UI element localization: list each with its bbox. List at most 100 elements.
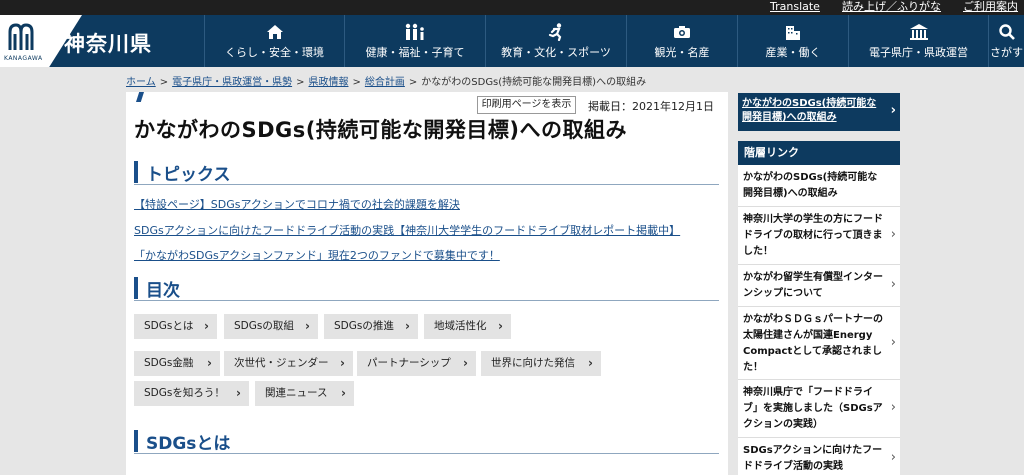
breadcrumb-separator: > (296, 77, 305, 88)
page-title: かながわのSDGs(持続可能な開発目標)への取組み (134, 118, 627, 142)
nav-item-government[interactable]: 電子県庁・県政運営 (848, 15, 988, 67)
toc-button-finance[interactable]: SDGs金融 › (134, 351, 220, 376)
sidebar-item[interactable]: かながわのSDGs(持続可能な開発目標)への取組み (738, 165, 900, 207)
nav-item-health[interactable]: 健康・福祉・子育て (344, 15, 485, 67)
nav-label: 教育・文化・スポーツ (501, 46, 611, 59)
breadcrumb-prefectural-info[interactable]: 県政情報 (308, 77, 348, 88)
sidebar-item-label: かながわＳＤＧｓパートナーの太陽住建さんが国連Energy Compactとして… (743, 314, 883, 373)
translate-link[interactable]: Translate (770, 0, 820, 14)
chevron-right-icon: › (204, 319, 209, 333)
nav-label: 産業・働く (765, 46, 821, 59)
sidebar-item[interactable]: 神奈川大学の学生の方にフードドライブの取材に行って頂きました！ › (738, 207, 900, 265)
nav-label: 電子県庁・県政運営 (869, 46, 968, 59)
main-content: 印刷用ページを表示 掲載日：2021年12月1日 かながわのSDGs(持続可能な… (126, 92, 728, 475)
chevron-right-icon: › (890, 103, 896, 118)
sdgs-about-heading-text: SDGsとは (146, 434, 231, 454)
sidebar-item[interactable]: かながわＳＤＧｓパートナーの太陽住建さんが国連Energy Compactとして… (738, 307, 900, 380)
toc-button-label: SDGsとは (144, 320, 194, 332)
topics-heading: トピックス (134, 159, 719, 185)
nav-label: くらし・安全・環境 (225, 46, 324, 59)
sdgs-about-heading: SDGsとは (134, 428, 719, 454)
chevron-right-icon: › (305, 319, 310, 333)
toc-button-label: 地域活性化 (434, 320, 487, 332)
breadcrumb-separator: > (352, 77, 361, 88)
chevron-right-icon: › (890, 277, 896, 292)
toc-button-efforts[interactable]: SDGsの取組 › (224, 314, 318, 339)
breadcrumb-separator: > (408, 77, 418, 88)
site-title[interactable]: 神奈川県 (64, 28, 152, 58)
toc-button-global[interactable]: 世界に向けた発信 › (481, 351, 601, 376)
nav-item-industry[interactable]: 産業・働く (737, 15, 848, 67)
chevron-right-icon: › (463, 356, 468, 370)
heading-bar (134, 430, 138, 452)
topic-link[interactable]: SDGsアクションに向けたフードドライブ活動の実践【神奈川大学学生のフードドライ… (134, 222, 680, 238)
sidebar-heading: 階層リンク (738, 141, 900, 165)
logo-subtext: KANAGAWA (4, 55, 43, 62)
topics-heading-text: トピックス (146, 165, 231, 185)
topic-link[interactable]: 「かながわSDGsアクションファンド」現在2つのファンドで募集中です！ (134, 247, 500, 263)
nav-item-education[interactable]: 教育・文化・スポーツ (485, 15, 626, 67)
toc-button-regional[interactable]: 地域活性化 › (424, 314, 511, 339)
guide-link[interactable]: ご利用案内 (963, 0, 1018, 14)
government-icon (909, 22, 929, 42)
search-icon (998, 22, 1015, 42)
nav-item-search[interactable]: さがす (988, 15, 1024, 67)
toc-button-label: 世界に向けた発信 (491, 357, 575, 369)
nav-label: さがす (990, 46, 1023, 59)
runner-icon (547, 22, 565, 42)
sidebar-current-page-link[interactable]: かながわのSDGs(持続可能な開発目標)への取組み › (738, 93, 900, 131)
breadcrumb-separator: > (159, 77, 169, 88)
toc-button-label: SDGs金融 (144, 357, 194, 369)
publish-date: 掲載日：2021年12月1日 (588, 100, 714, 113)
family-icon (404, 22, 426, 42)
sidebar-item-label: 神奈川大学の学生の方にフードドライブの取材に行って頂きました！ (743, 214, 883, 257)
chevron-right-icon: › (498, 319, 503, 333)
chevron-right-icon: › (236, 386, 241, 400)
toc-button-next-gen[interactable]: 次世代・ジェンダー › (224, 351, 353, 376)
building-icon (784, 22, 802, 42)
topic-link[interactable]: 【特設ページ】SDGsアクションでコロナ禍での社会的課題を解決 (134, 196, 460, 212)
chevron-right-icon: › (207, 356, 212, 370)
chevron-right-icon: › (890, 400, 896, 415)
heading-bar (134, 277, 138, 299)
breadcrumb-comprehensive-plan[interactable]: 総合計画 (365, 77, 405, 88)
toc-button-about[interactable]: SDGsとは › (134, 314, 217, 339)
toc-button-label: 次世代・ジェンダー (234, 357, 329, 369)
site-header: KANAGAWA 神奈川県 くらし・安全・環境 健康・福祉・子育て 教育・文化・… (0, 15, 1024, 67)
home-icon (266, 22, 284, 42)
camera-icon (673, 22, 691, 42)
nav-item-life[interactable]: くらし・安全・環境 (204, 15, 344, 67)
toc-heading: 目次 (134, 275, 719, 301)
chevron-right-icon: › (890, 227, 896, 242)
toc-button-label: 関連ニュース (265, 387, 328, 399)
sidebar-item-label: かながわのSDGs(持続可能な開発目標)への取組み (743, 172, 878, 199)
nav-label: 健康・福祉・子育て (365, 46, 465, 59)
utility-bar: Translate 読み上げ／ふりがな ご利用案内 (0, 0, 1024, 15)
toc-button-label: SDGsの推進 (334, 320, 394, 332)
toc-button-learn[interactable]: SDGsを知ろう！ › (134, 381, 249, 406)
breadcrumb-e-government[interactable]: 電子県庁・県政運営・県勢 (172, 77, 292, 88)
nav-label: 観光・名産 (654, 46, 710, 59)
sidebar-item-label: 神奈川県庁で「フードドライブ」を実施しました（SDGsアクションの実践） (743, 387, 883, 430)
title-accent (136, 92, 144, 102)
sidebar-item[interactable]: 神奈川県庁で「フードドライブ」を実施しました（SDGsアクションの実践） › (738, 380, 900, 438)
chevron-right-icon: › (341, 386, 346, 400)
kanagawa-emblem-icon (8, 23, 34, 50)
print-button[interactable]: 印刷用ページを表示 (477, 96, 576, 114)
toc-heading-text: 目次 (146, 281, 180, 301)
breadcrumb-home[interactable]: ホーム (126, 77, 156, 88)
toc-button-label: SDGsを知ろう！ (144, 387, 225, 399)
toc-button-label: SDGsの取組 (234, 320, 294, 332)
nav-item-tourism[interactable]: 観光・名産 (626, 15, 737, 67)
sidebar-item[interactable]: SDGsアクションに向けたフードドライブ活動の実践 › (738, 438, 900, 475)
read-aloud-link[interactable]: 読み上げ／ふりがな (842, 0, 941, 14)
toc-button-partnership[interactable]: パートナーシップ › (357, 351, 476, 376)
breadcrumb-current: かながわのSDGs(持続可能な開発目標)への取組み (421, 77, 647, 88)
breadcrumb: ホーム > 電子県庁・県政運営・県勢 > 県政情報 > 総合計画 > かながわのSDGs(持続可… (126, 73, 646, 88)
sidebar-item[interactable]: かながわ留学生有償型インターンシップについて › (738, 265, 900, 307)
sidebar-item-label: かながわ留学生有償型インターンシップについて (743, 272, 883, 299)
toc-button-news[interactable]: 関連ニュース › (255, 381, 354, 406)
chevron-right-icon: › (405, 319, 410, 333)
toc-button-promotion[interactable]: SDGsの推進 › (324, 314, 418, 339)
global-nav: くらし・安全・環境 健康・福祉・子育て 教育・文化・スポーツ 観光・名産 産業・… (204, 15, 1024, 67)
